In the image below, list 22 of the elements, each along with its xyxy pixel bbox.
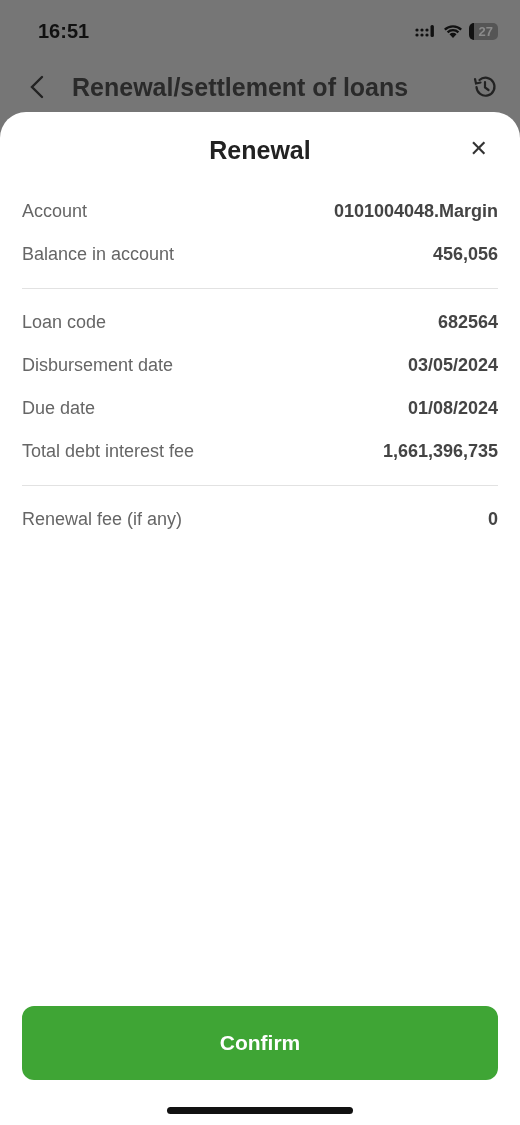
field-label: Renewal fee (if any) <box>22 509 183 530</box>
field-label: Balance in account <box>22 244 175 265</box>
field-label: Due date <box>22 398 96 419</box>
field-label: Account <box>22 201 88 222</box>
close-button[interactable]: ✕ <box>465 134 492 163</box>
field-value: 1,661,396,735 <box>382 441 498 462</box>
field-value: 456,056 <box>432 244 498 265</box>
field-value: 0101004048.Margin <box>333 201 498 222</box>
signal-icon <box>414 24 437 38</box>
sheet-title: Renewal <box>209 135 311 165</box>
field-value: 0 <box>488 509 498 530</box>
field-label: Disbursement date <box>22 355 174 376</box>
status-time: 16:51 <box>38 19 90 43</box>
field-value: 01/08/2024 <box>407 398 498 419</box>
back-icon[interactable] <box>30 75 44 99</box>
field-value: 682564 <box>437 312 498 333</box>
wifi-icon <box>442 23 463 39</box>
history-icon[interactable] <box>472 74 498 100</box>
field-value: 03/05/2024 <box>407 355 498 376</box>
field-label: Total debt interest fee <box>22 441 195 462</box>
page-title: Renewal/settlement of loans <box>72 72 410 102</box>
field-label: Loan code <box>22 312 107 333</box>
